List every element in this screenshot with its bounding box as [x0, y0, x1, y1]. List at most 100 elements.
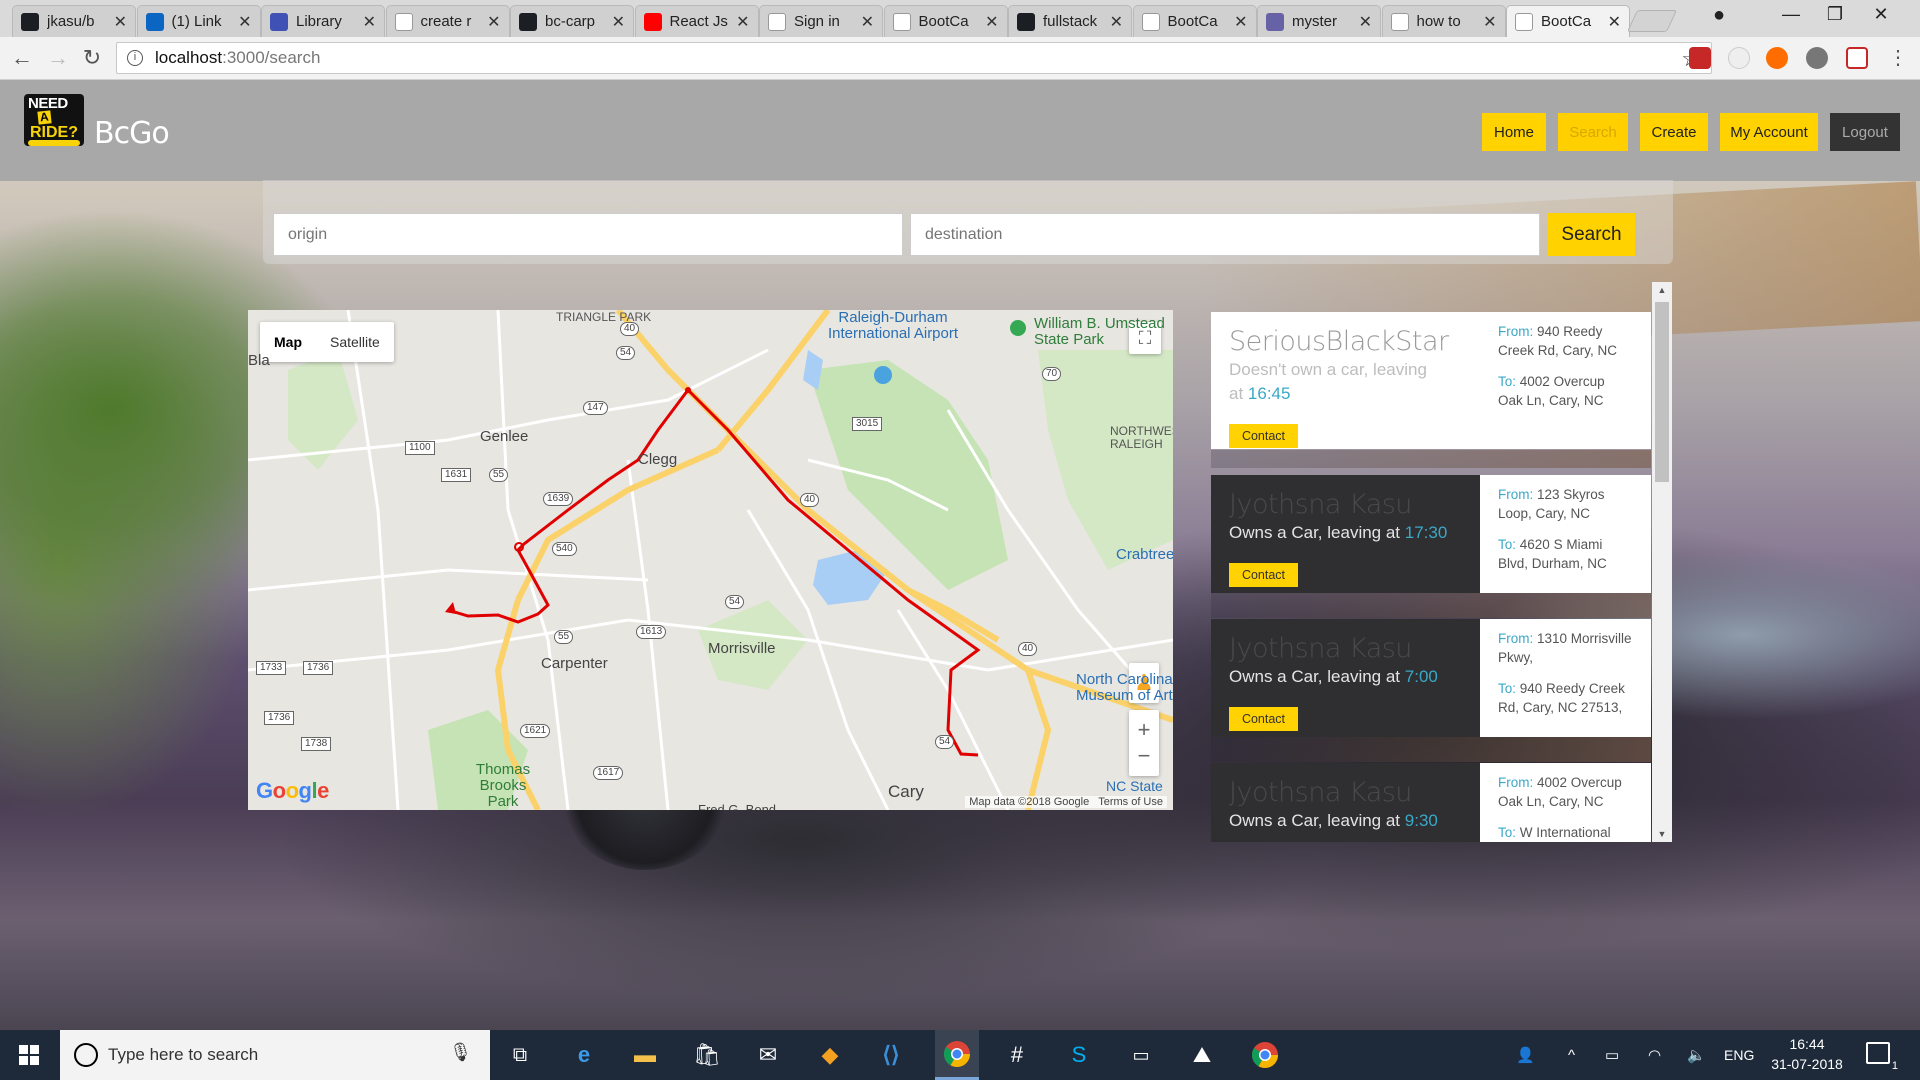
browser-tab[interactable]: Sign in ✕	[759, 5, 883, 37]
browser-tab[interactable]: BootCa ✕	[1132, 5, 1257, 37]
minimize-icon[interactable]: —	[1766, 4, 1816, 25]
nav-search[interactable]: Search	[1558, 113, 1628, 151]
contact-button[interactable]: Contact	[1229, 563, 1298, 587]
battery-icon[interactable]: ▭	[1605, 1030, 1619, 1080]
store-icon[interactable]: 🛍	[690, 1038, 724, 1072]
browser-tab[interactable]: jkasu/b ✕	[12, 5, 136, 37]
chrome-icon[interactable]	[935, 1030, 979, 1080]
new-tab-button[interactable]	[1626, 10, 1678, 32]
contact-button[interactable]: Contact	[1229, 424, 1298, 448]
tab-close-icon[interactable]: ✕	[612, 12, 625, 32]
tab-close-icon[interactable]: ✕	[238, 12, 251, 32]
notification-icon[interactable]: 1	[1866, 1042, 1898, 1072]
slack-icon[interactable]: #	[1000, 1038, 1034, 1072]
zoom-out-icon[interactable]: −	[1138, 743, 1151, 769]
task-view-icon[interactable]: ⧉	[503, 1038, 537, 1072]
taskbar-search-box[interactable]: Type here to search 🎙	[60, 1030, 490, 1080]
terminal-icon[interactable]: ▭	[1124, 1038, 1158, 1072]
browser-tab[interactable]: create r ✕	[385, 5, 510, 37]
extension-icon[interactable]	[1689, 47, 1711, 69]
zoom-in-icon[interactable]: +	[1138, 717, 1151, 743]
volume-icon[interactable]: 🔈	[1687, 1030, 1706, 1080]
scrollbar-thumb[interactable]	[1655, 302, 1669, 482]
maximize-icon[interactable]: ❐	[1810, 4, 1860, 25]
ride-list[interactable]: SeriousBlackStar Doesn't own a car, leav…	[1211, 282, 1672, 842]
nav-create[interactable]: Create	[1640, 113, 1708, 151]
language-indicator[interactable]: ENG	[1724, 1030, 1754, 1080]
browser-tab[interactable]: bc-carp ✕	[510, 5, 634, 37]
tab-close-icon[interactable]: ✕	[114, 12, 127, 32]
brand-name[interactable]: BcGo	[94, 116, 170, 151]
nav-logout[interactable]: Logout	[1830, 113, 1900, 151]
tab-close-icon[interactable]: ✕	[861, 12, 874, 32]
tab-close-icon[interactable]: ✕	[1483, 12, 1496, 32]
tray-chevron-icon[interactable]: ^	[1568, 1030, 1575, 1080]
wifi-icon[interactable]: ◠	[1648, 1030, 1661, 1080]
reload-icon[interactable]: ↻	[78, 46, 106, 70]
file-explorer-icon[interactable]: ▬	[628, 1038, 662, 1072]
browser-tab[interactable]: BootCa ✕	[883, 5, 1008, 37]
tab-close-icon[interactable]: ✕	[487, 12, 500, 32]
to-label: To:	[1498, 374, 1517, 389]
mail-icon[interactable]: ✉	[751, 1038, 785, 1072]
photos-icon[interactable]: ⛰	[1185, 1038, 1219, 1072]
map-label: Genlee	[480, 428, 529, 445]
extension-icon[interactable]	[1766, 47, 1788, 69]
nav-my-account[interactable]: My Account	[1720, 113, 1818, 151]
tab-close-icon[interactable]: ✕	[985, 12, 998, 32]
browser-tab[interactable]: BootCa ✕	[1506, 5, 1630, 37]
tab-close-icon[interactable]: ✕	[1359, 12, 1372, 32]
tab-close-icon[interactable]: ✕	[1608, 12, 1621, 32]
page-icon	[892, 12, 911, 31]
people-icon[interactable]: 👤	[1516, 1030, 1535, 1080]
contact-button[interactable]: Contact	[1229, 707, 1298, 731]
browser-tab[interactable]: myster ✕	[1257, 5, 1381, 37]
back-icon[interactable]: ←	[8, 46, 36, 70]
extension-icon[interactable]	[1806, 47, 1828, 69]
destination-input[interactable]	[910, 213, 1540, 256]
pocket-icon[interactable]	[1846, 47, 1868, 69]
forward-icon[interactable]: →	[44, 46, 72, 70]
route-map[interactable]: Map Satellite ⛶ ♟ + − TRIANGLE PARK Rale…	[248, 310, 1173, 810]
skype-icon[interactable]: S	[1062, 1038, 1096, 1072]
menu-icon[interactable]: ⋮	[1884, 46, 1912, 70]
tab-close-icon[interactable]: ✕	[363, 12, 376, 32]
site-info-icon[interactable]: i	[127, 50, 143, 66]
browser-tab[interactable]: how to ✕	[1381, 5, 1506, 37]
nav-home[interactable]: Home	[1482, 113, 1546, 151]
browser-tab[interactable]: (1) Link ✕	[136, 5, 261, 37]
rider-name: Jyothsna Kasu	[1229, 633, 1412, 664]
need-a-ride-logo[interactable]: NEED A RIDE?	[24, 94, 84, 146]
windows-start-icon[interactable]	[0, 1030, 58, 1080]
card-separator	[1211, 737, 1651, 762]
scroll-up-icon[interactable]: ▲	[1652, 282, 1672, 298]
terms-of-use-link[interactable]: Terms of Use	[1098, 796, 1163, 808]
browser-tab[interactable]: fullstack ✕	[1008, 5, 1132, 37]
tab-close-icon[interactable]: ✕	[736, 12, 749, 32]
windows-taskbar: Type here to search 🎙 ⧉ e ▬ 🛍 ✉ ◆ ⟨⟩ # S…	[0, 1030, 1920, 1080]
route-shield: 54	[935, 735, 955, 749]
tab-close-icon[interactable]: ✕	[1234, 12, 1247, 32]
system-clock[interactable]: 16:44 31-07-2018	[1762, 1034, 1852, 1074]
scroll-down-icon[interactable]: ▼	[1652, 826, 1672, 842]
vscode-icon[interactable]: ⟨⟩	[874, 1038, 908, 1072]
route-shield: 1100	[405, 441, 435, 455]
to-label: To:	[1498, 537, 1517, 552]
profile-icon[interactable]: ●	[1694, 4, 1744, 27]
search-button[interactable]: Search	[1548, 213, 1635, 256]
microphone-icon[interactable]: 🎙	[449, 1042, 472, 1063]
address-bar[interactable]: i localhost:3000/search ☆	[116, 42, 1712, 74]
extension-icon[interactable]	[1728, 47, 1750, 69]
tab-strip: jkasu/b ✕ (1) Link ✕ Library ✕ create r ✕ bc-car…	[0, 0, 1920, 37]
git-icon[interactable]: ◆	[813, 1038, 847, 1072]
tab-close-icon[interactable]: ✕	[1110, 12, 1123, 32]
map-type-satellite[interactable]: Satellite	[316, 322, 394, 362]
ride-list-scrollbar[interactable]: ▲ ▼	[1652, 282, 1672, 842]
edge-icon[interactable]: e	[567, 1038, 601, 1072]
chrome-icon[interactable]	[1248, 1038, 1282, 1072]
browser-tab[interactable]: React Js ✕	[634, 5, 759, 37]
origin-input[interactable]	[273, 213, 903, 256]
close-window-icon[interactable]: ✕	[1856, 4, 1906, 25]
browser-tab[interactable]: Library ✕	[261, 5, 385, 37]
route-start-icon	[445, 602, 456, 614]
